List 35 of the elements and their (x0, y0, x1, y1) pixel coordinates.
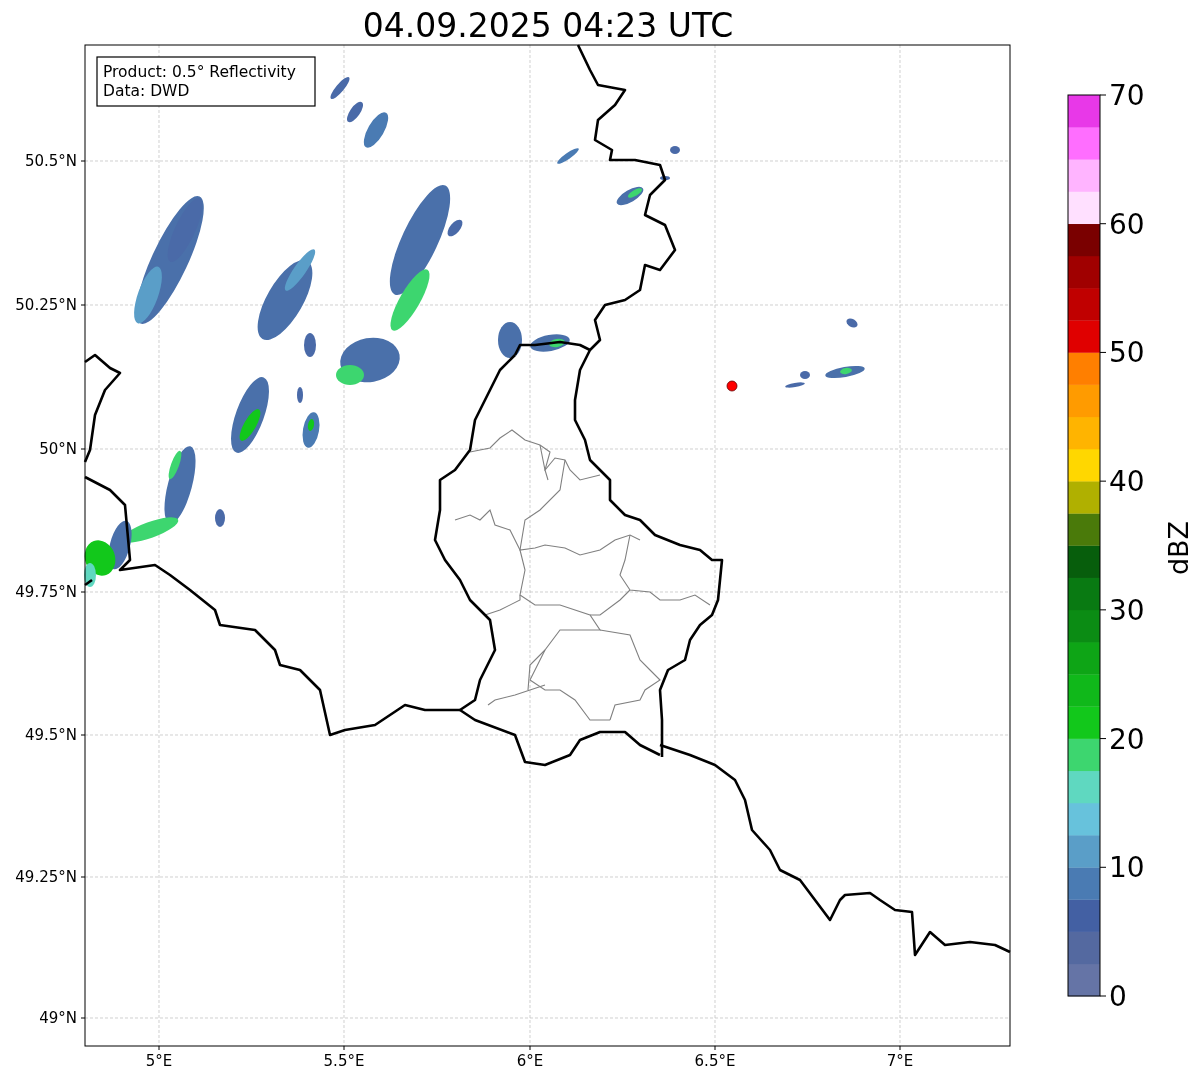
colorbar-tick-label: 40 (1109, 465, 1145, 499)
axis-tick-label: 6.5°E (694, 1052, 736, 1070)
axis-tick-label: 6°E (516, 1052, 544, 1070)
location-marker (726, 380, 738, 392)
colorbar-tick-label: 60 (1109, 207, 1145, 241)
radar-echo (330, 77, 350, 99)
axis-tick-label: 49.5°N (24, 726, 77, 744)
colorbar-tick-label: 20 (1109, 722, 1145, 756)
radar-echo (498, 322, 522, 358)
axis-tick-label: 49.75°N (15, 583, 77, 601)
legend-text: Product: 0.5° Reflectivity (103, 63, 296, 81)
radar-echo (785, 382, 805, 388)
axis-tick-label: 50.25°N (15, 296, 77, 314)
colorbar-label: dBZ (1163, 520, 1194, 576)
axis-tick-label: 50°N (39, 440, 77, 458)
radar-echo (660, 176, 670, 180)
axis-tick-label: 5°E (145, 1052, 173, 1070)
radar-echo (846, 318, 858, 328)
legend-text: Data: DWD (103, 82, 190, 100)
axis-tick-label: 49°N (39, 1009, 77, 1027)
colorbar-tick-label: 10 (1109, 851, 1145, 885)
radar-echo (297, 387, 303, 403)
axis-tick-label: 49.25°N (15, 868, 77, 886)
chart-title: 04.09.2025 04:23 UTC (362, 6, 734, 45)
colorbar-tick-label: 30 (1109, 593, 1145, 627)
axis-tick-label: 7°E (886, 1052, 914, 1070)
radar-echo (670, 146, 680, 154)
radar-echo (215, 509, 225, 527)
radar-echo (800, 371, 810, 379)
axis-tick-label: 5.5°E (323, 1052, 365, 1070)
axis-tick-label: 50.5°N (24, 152, 77, 170)
radar-echo (557, 148, 579, 164)
colorbar-tick-label: 0 (1109, 980, 1127, 1013)
colorbar-tick-label: 70 (1109, 79, 1145, 112)
colorbar-tick-label: 50 (1109, 336, 1145, 370)
